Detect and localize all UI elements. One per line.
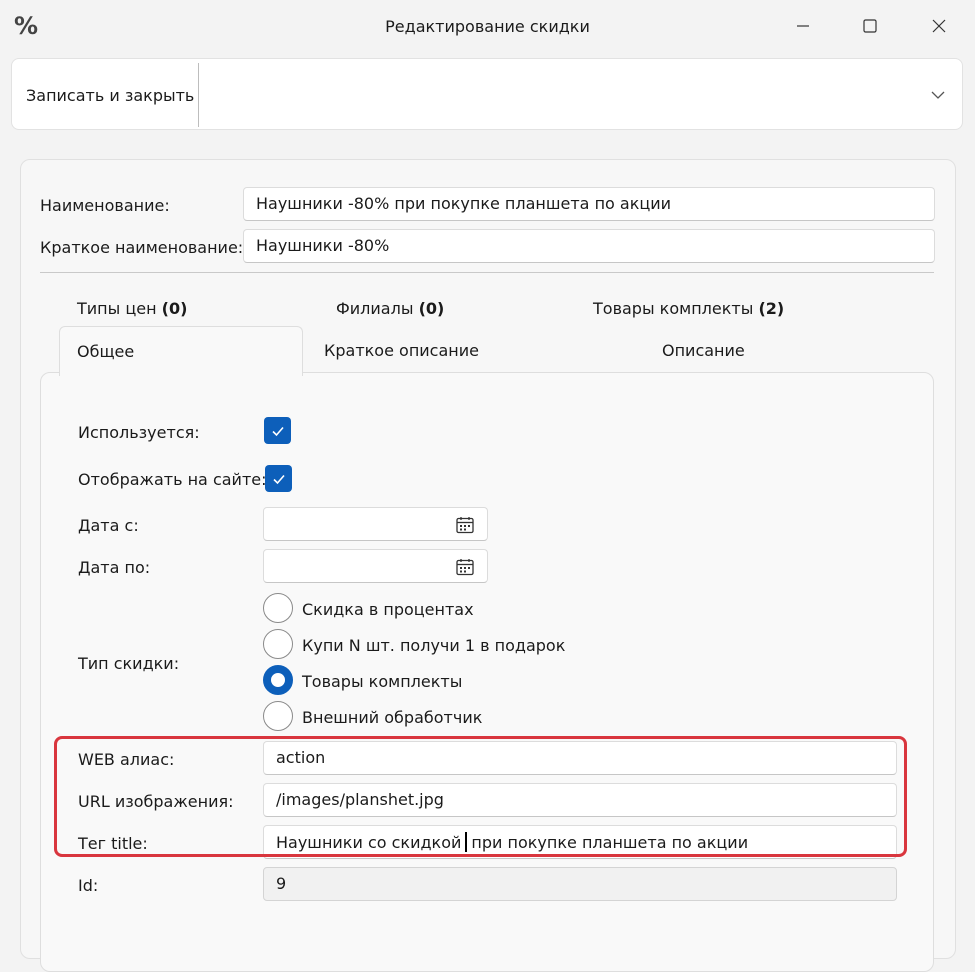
date-to-label: Дата по: xyxy=(78,558,151,577)
chevron-down-icon xyxy=(931,91,945,99)
title-bar: % Редактирование скидки xyxy=(0,0,975,54)
header-divider xyxy=(40,272,934,273)
save-and-close-button[interactable]: Записать и закрыть xyxy=(26,86,194,105)
discount-type-label: Тип скидки: xyxy=(78,654,180,673)
date-from-field[interactable] xyxy=(263,507,488,541)
tab-description[interactable]: Описание xyxy=(662,341,745,360)
tab-branches[interactable]: Филиалы (0) xyxy=(336,299,444,318)
close-button[interactable] xyxy=(919,10,959,42)
used-label: Используется: xyxy=(78,423,200,442)
window-title: Редактирование скидки xyxy=(385,17,590,36)
radio-external-handler-label[interactable]: Внешний обработчик xyxy=(302,708,482,727)
radio-external-handler[interactable] xyxy=(263,701,293,731)
minimize-button[interactable] xyxy=(783,10,823,42)
show-on-site-checkbox[interactable] xyxy=(265,465,292,492)
show-on-site-label: Отображать на сайте: xyxy=(78,470,267,489)
command-bar: Записать и закрыть xyxy=(11,58,963,130)
toolbar-separator xyxy=(198,63,199,127)
used-checkbox[interactable] xyxy=(264,417,291,444)
calendar-icon xyxy=(456,559,474,576)
name-field[interactable]: Наушники -80% при покупке планшета по ак… xyxy=(243,187,935,221)
radio-buy-n-get-one[interactable] xyxy=(263,629,293,659)
tab-general[interactable]: Общее xyxy=(59,326,303,376)
radio-buy-n-get-one-label[interactable]: Купи N шт. получи 1 в подарок xyxy=(302,636,565,655)
close-icon xyxy=(932,19,946,33)
date-from-label: Дата с: xyxy=(78,516,139,535)
maximize-button[interactable] xyxy=(850,10,890,42)
minimize-icon xyxy=(797,25,809,27)
radio-bundle-products[interactable] xyxy=(263,665,293,695)
radio-percent-label[interactable]: Скидка в процентах xyxy=(302,600,474,619)
id-label: Id: xyxy=(78,876,99,895)
checkmark-icon xyxy=(271,426,284,436)
highlight-box xyxy=(54,736,907,857)
calendar-icon xyxy=(456,517,474,534)
tab-short-description[interactable]: Краткое описание xyxy=(324,341,479,360)
radio-bundle-products-label[interactable]: Товары комплекты xyxy=(302,672,462,691)
name-label: Наименование: xyxy=(40,196,170,215)
tab-bundle-products[interactable]: Товары комплекты (2) xyxy=(593,299,784,318)
radio-percent[interactable] xyxy=(263,593,293,623)
short-name-field[interactable]: Наушники -80% xyxy=(243,229,935,263)
checkmark-icon xyxy=(272,474,285,484)
toolbar-overflow-button[interactable] xyxy=(930,87,946,107)
id-field: 9 xyxy=(263,867,897,901)
tab-general-label: Общее xyxy=(77,342,135,361)
date-to-field[interactable] xyxy=(263,549,488,583)
short-name-label: Краткое наименование: xyxy=(40,238,244,257)
tab-price-types[interactable]: Типы цен (0) xyxy=(77,299,187,318)
maximize-icon xyxy=(863,19,877,33)
